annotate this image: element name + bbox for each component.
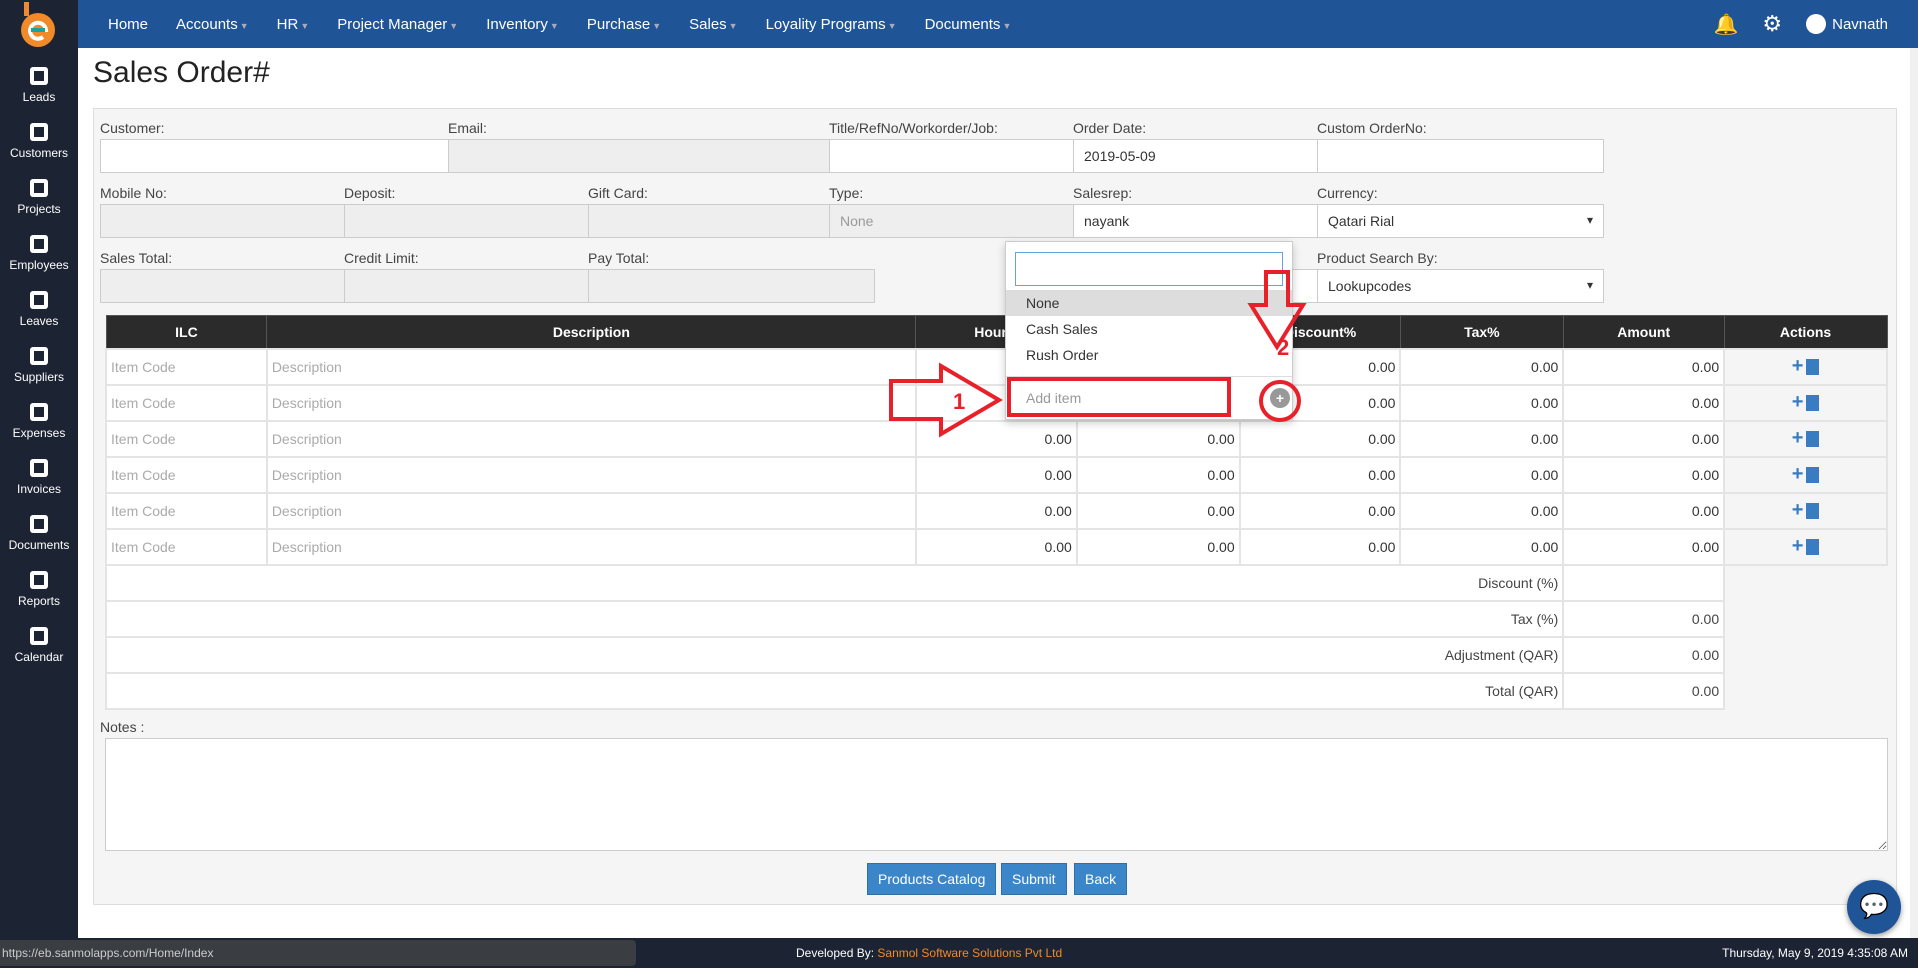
annotation-circle-2 <box>1259 380 1301 422</box>
chat-icon: 💬 <box>1859 893 1889 920</box>
footer: https://eb.sanmolapps.com/Home/Index Dev… <box>0 938 1918 968</box>
footer-datetime: Thursday, May 9, 2019 4:35:08 AM <box>1722 946 1908 960</box>
developer-link[interactable]: Sanmol Software Solutions Pvt Ltd <box>877 946 1062 960</box>
annotation-box-1 <box>1007 377 1231 417</box>
annotation-overlay: 1 2 <box>889 270 1307 438</box>
scrollbar[interactable] <box>1910 48 1918 938</box>
chat-button[interactable]: 💬 <box>1847 880 1901 934</box>
developed-by-label: Developed By: <box>796 946 875 960</box>
annotation-arrow-1 <box>889 362 1003 438</box>
annotation-label-2: 2 <box>1277 335 1289 360</box>
annotation-label-1: 1 <box>953 389 965 414</box>
status-url: https://eb.sanmolapps.com/Home/Index <box>0 940 636 966</box>
